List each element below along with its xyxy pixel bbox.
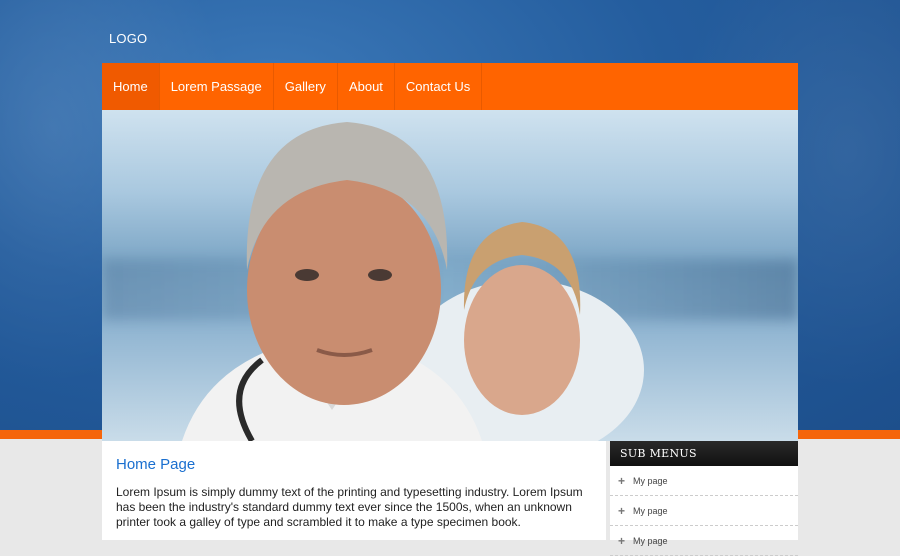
nav-item-about[interactable]: About <box>338 63 395 110</box>
doctor-eye <box>295 269 319 281</box>
page-text: Lorem Ipsum is simply dummy text of the … <box>116 485 583 529</box>
nav-item-contact-us[interactable]: Contact Us <box>395 63 483 110</box>
main-content: Home Page Lorem Ipsum is simply dummy te… <box>102 441 606 540</box>
sidebar-item[interactable]: + My page <box>610 496 798 526</box>
doctor-eye <box>368 269 392 281</box>
sidebar-item-label: My page <box>633 475 668 486</box>
hero-image <box>102 110 798 441</box>
main-nav: Home Lorem Passage Gallery About Contact… <box>102 63 798 110</box>
doctors-photo <box>182 122 644 441</box>
sidebar-heading: SUB MENUS <box>610 441 798 466</box>
sidebar-item[interactable]: + My page <box>610 466 798 496</box>
plus-icon: + <box>618 503 626 518</box>
plus-icon: + <box>618 533 626 548</box>
page-title: Home Page <box>116 456 196 473</box>
sidebar-item[interactable]: + My page <box>610 526 798 556</box>
nurse-face <box>464 265 580 415</box>
sidebar: SUB MENUS + My page + My page + My page <box>610 441 798 556</box>
sidebar-item-label: My page <box>633 535 668 546</box>
logo[interactable]: LOGO <box>109 31 147 46</box>
nav-item-gallery[interactable]: Gallery <box>274 63 338 110</box>
nav-item-home[interactable]: Home <box>102 63 160 110</box>
nav-item-lorem-passage[interactable]: Lorem Passage <box>160 63 274 110</box>
plus-icon: + <box>618 473 626 488</box>
sidebar-item-label: My page <box>633 505 668 516</box>
